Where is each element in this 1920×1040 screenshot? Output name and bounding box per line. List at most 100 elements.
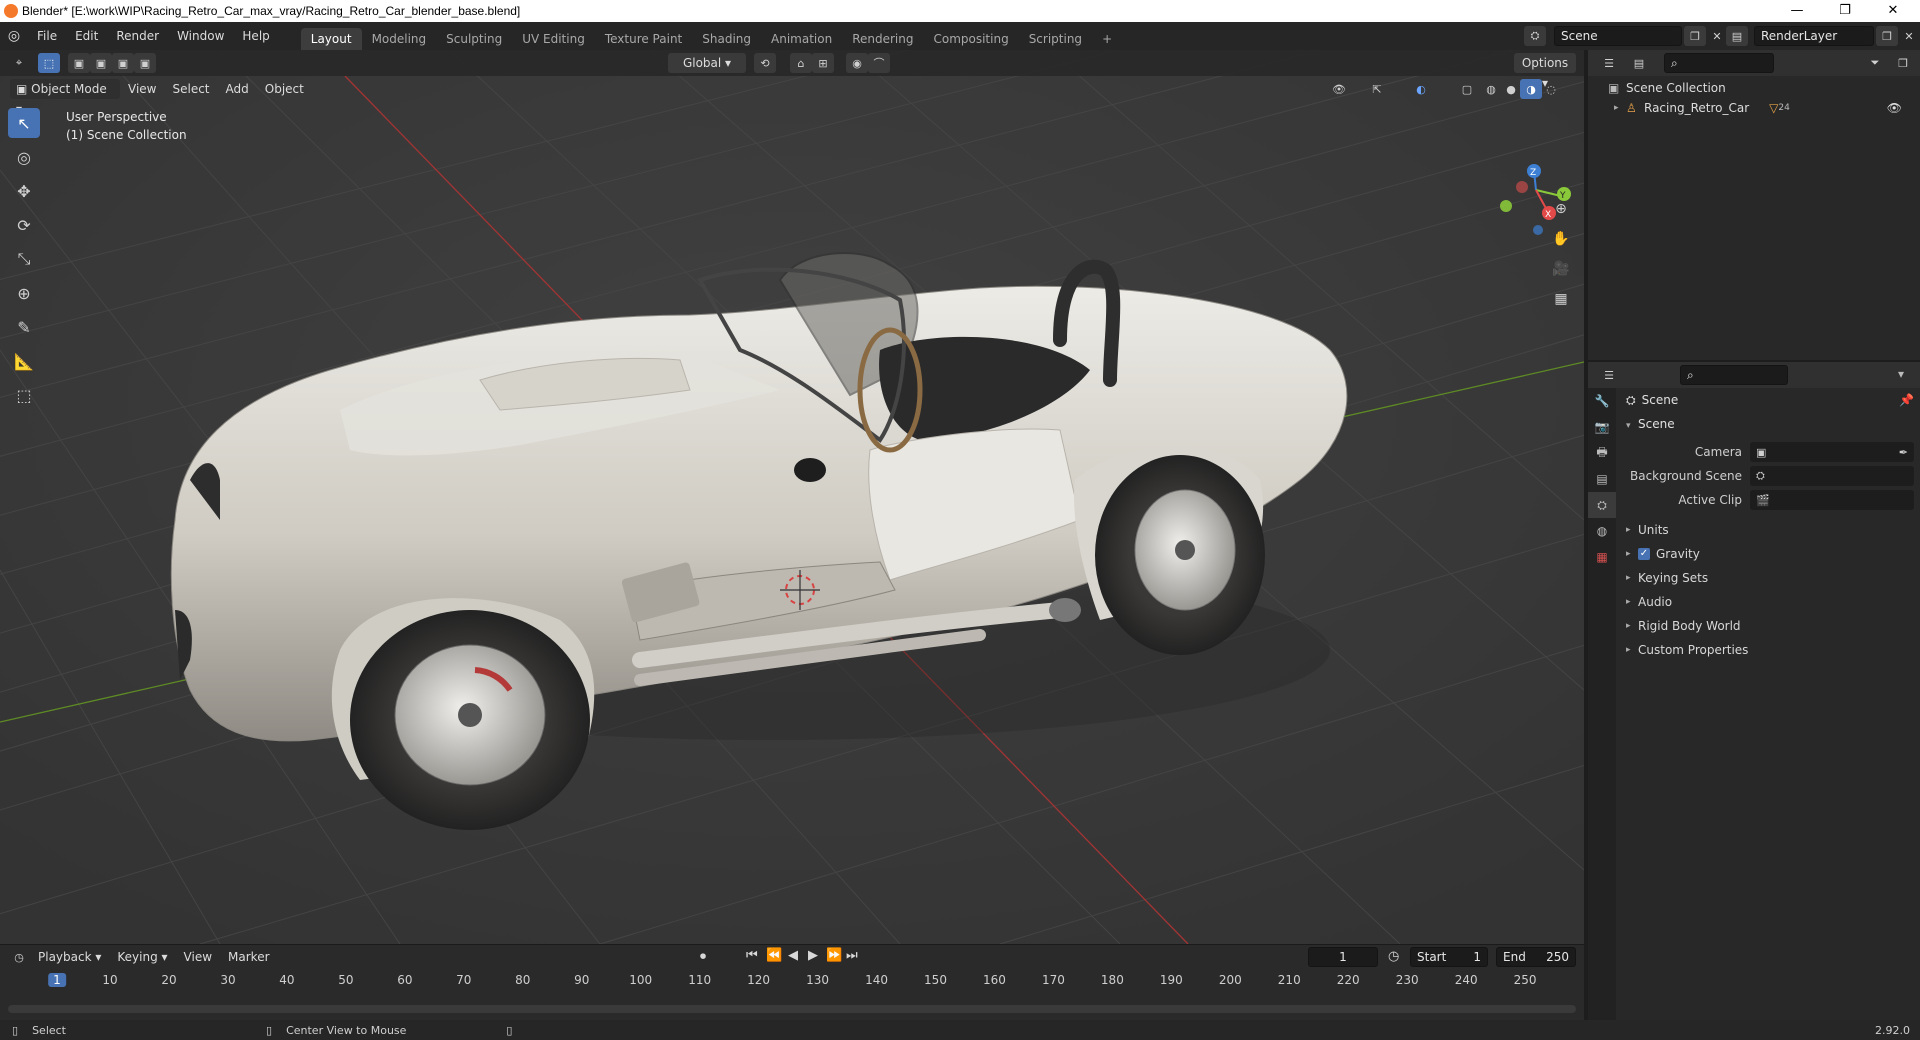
filter-icon[interactable]: ⏷ <box>1864 53 1886 73</box>
proportional-edit-icon[interactable]: ◉ <box>846 53 868 73</box>
scene-tab-icon[interactable]: ⛭ <box>1588 492 1616 518</box>
scene-browse-icon[interactable]: ⛭ <box>1524 26 1546 46</box>
properties-editor-type-icon[interactable]: ☰ <box>1598 365 1620 385</box>
active-clip-field[interactable]: 🎬 <box>1750 490 1914 510</box>
pan-hand-icon[interactable]: ✋ <box>1548 226 1574 252</box>
outliner-editor[interactable]: ☰ ▤ ⌕ ⏷ ❐ ▣ Scene Collection ▸ ♙ Racing_… <box>1588 50 1920 360</box>
tab-modeling[interactable]: Modeling <box>362 28 437 50</box>
tab-layout[interactable]: Layout <box>300 28 362 50</box>
menu-object[interactable]: Object <box>257 82 312 96</box>
gravity-checkbox[interactable]: ✓ <box>1638 548 1650 560</box>
camera-view-icon[interactable]: 🎥 <box>1548 256 1574 282</box>
texture-tab-icon[interactable]: ▦ <box>1588 544 1616 570</box>
close-button[interactable]: ✕ <box>1870 0 1916 22</box>
new-collection-icon[interactable]: ❐ <box>1892 53 1914 73</box>
restore-button[interactable]: ❐ <box>1822 0 1868 22</box>
eye-visibility-icon[interactable]: 👁 <box>1887 98 1902 118</box>
visibility-icon[interactable]: 👁 <box>1328 79 1350 99</box>
add-workspace-button[interactable]: + <box>1092 28 1122 50</box>
gizmo-toggle-icon[interactable]: ⇱ <box>1366 79 1388 99</box>
play-reverse-button[interactable]: ◀ <box>788 948 798 963</box>
rendered-shading-icon[interactable]: ◌ <box>1540 79 1562 99</box>
view-layer-tab-icon[interactable]: ▤ <box>1588 466 1616 492</box>
tree-row-scene-collection[interactable]: ▣ Scene Collection <box>1608 78 1908 98</box>
options-dropdown[interactable]: Options ▾ <box>1514 53 1576 90</box>
jump-keyframe-back-button[interactable]: ⏪ <box>766 948 782 963</box>
menu-render[interactable]: Render <box>107 22 168 50</box>
tab-rendering[interactable]: Rendering <box>842 28 923 50</box>
select-intersect-icon[interactable]: ▣ <box>134 53 156 73</box>
start-frame-field[interactable]: Start 1 <box>1410 947 1488 967</box>
menu-view[interactable]: View <box>120 82 164 96</box>
tool-tab-icon[interactable]: 🔧 <box>1588 388 1616 414</box>
subpanel-units[interactable]: ▸ Units <box>1618 518 1920 542</box>
menu-add[interactable]: Add <box>218 82 257 96</box>
view-layer-field[interactable]: RenderLayer <box>1754 26 1874 46</box>
current-frame-indicator[interactable]: 1 <box>48 973 66 987</box>
preview-range-icon[interactable]: ◷ <box>1388 949 1399 964</box>
xray-icon[interactable]: ▢ <box>1456 79 1478 99</box>
select-extend-icon[interactable]: ▣ <box>90 53 112 73</box>
new-scene-icon[interactable]: ❐ <box>1684 26 1706 46</box>
mode-dropdown[interactable]: ▣ Object Mode ▾ <box>10 79 120 116</box>
tab-scripting[interactable]: Scripting <box>1019 28 1092 50</box>
jump-keyframe-forward-button[interactable]: ⏩ <box>826 948 842 963</box>
scale-tool-icon[interactable]: ⤡ <box>8 244 40 274</box>
expand-arrow-icon[interactable]: ▸ <box>1614 98 1626 118</box>
transform-orientation-dropdown[interactable]: Global ▾ <box>668 53 746 73</box>
move-tool-icon[interactable]: ✥ <box>8 176 40 206</box>
subpanel-keying-sets[interactable]: ▸ Keying Sets <box>1618 566 1920 590</box>
subpanel-custom-properties[interactable]: ▸ Custom Properties <box>1618 638 1920 662</box>
jump-start-button[interactable]: ⏮ <box>746 948 758 963</box>
properties-search-input[interactable]: ⌕ <box>1680 365 1788 385</box>
3d-viewport[interactable]: Z Y X ⌖ ⬚ ▣ ▣ ▣ ▣ Global ▾ ⟲ ⌂ ⊞ ◉ ⌒ Opt… <box>0 50 1584 944</box>
tab-compositing[interactable]: Compositing <box>923 28 1018 50</box>
current-frame-field[interactable]: 1 <box>1308 947 1378 967</box>
menu-playback[interactable]: Playback ▾ <box>30 950 109 964</box>
transform-tool-icon[interactable]: ⊕ <box>8 278 40 308</box>
select-box-icon[interactable]: ⬚ <box>38 53 60 73</box>
end-frame-field[interactable]: End 250 <box>1496 947 1576 967</box>
background-scene-field[interactable]: ⛭ <box>1750 466 1914 486</box>
menu-timeline-view[interactable]: View <box>176 950 220 964</box>
menu-file[interactable]: File <box>28 22 66 50</box>
jump-end-button[interactable]: ⏭ <box>846 948 858 963</box>
menu-edit[interactable]: Edit <box>66 22 107 50</box>
world-tab-icon[interactable]: ◍ <box>1588 518 1616 544</box>
minimize-button[interactable]: — <box>1774 0 1820 22</box>
outliner-editor-type-icon[interactable]: ☰ <box>1598 53 1620 73</box>
new-view-layer-icon[interactable]: ❐ <box>1876 26 1898 46</box>
menu-help[interactable]: Help <box>233 22 278 50</box>
measure-tool-icon[interactable]: 📐 <box>8 346 40 376</box>
pin-icon[interactable]: 📌 <box>1899 388 1914 412</box>
add-cube-tool-icon[interactable]: ⬚ <box>8 380 40 410</box>
subpanel-gravity[interactable]: ▸ ✓ Gravity <box>1618 542 1920 566</box>
timeline-scrollbar[interactable] <box>8 1005 1576 1013</box>
display-mode-icon[interactable]: ▤ <box>1628 53 1650 73</box>
menu-marker[interactable]: Marker <box>220 950 277 964</box>
tab-shading[interactable]: Shading <box>692 28 761 50</box>
eyedropper-icon[interactable]: ✒ <box>1899 446 1908 459</box>
play-button[interactable]: ▶ <box>808 948 818 963</box>
view-layer-browse-icon[interactable]: ▤ <box>1726 26 1748 46</box>
zoom-icon[interactable]: ⊕ <box>1548 196 1574 222</box>
select-subtract-icon[interactable]: ▣ <box>112 53 134 73</box>
timeline-ruler[interactable]: 1 10 20 30 40 50 60 70 80 90 100 110 120 130 140 150 160… <box>0 971 1584 991</box>
outliner-search-input[interactable]: ⌕ <box>1664 53 1774 73</box>
select-new-icon[interactable]: ▣ <box>68 53 90 73</box>
timeline-editor[interactable]: ◷ Playback ▾ Keying ▾ View Marker ⏺ ⏮ ⏪ … <box>0 944 1584 1020</box>
snap-icon[interactable]: ⌂ <box>790 53 812 73</box>
properties-editor[interactable]: ☰ ⌕ ▾ 🔧 📷 🖶 ▤ ⛭ ◍ ▦ ⛭ Scene 📌 ▾ Scene Cam… <box>1588 362 1920 1020</box>
panel-scene-header[interactable]: ▾ Scene <box>1618 412 1920 436</box>
tree-row-racing-retro-car[interactable]: ▸ ♙ Racing_Retro_Car ▽ 24 👁 <box>1608 98 1908 118</box>
overlays-icon[interactable]: ◐ <box>1410 79 1432 99</box>
pivot-point-icon[interactable]: ⟲ <box>754 53 776 73</box>
record-button[interactable]: ⏺ <box>700 949 706 964</box>
solid-shading-icon[interactable]: ● <box>1500 79 1522 99</box>
grid-perspective-icon[interactable]: ▦ <box>1548 286 1574 312</box>
menu-window[interactable]: Window <box>168 22 233 50</box>
timeline-editor-type-icon[interactable]: ◷ <box>8 947 30 967</box>
falloff-icon[interactable]: ⌒ <box>868 53 890 73</box>
tab-texture-paint[interactable]: Texture Paint <box>595 28 692 50</box>
snap-target-icon[interactable]: ⊞ <box>812 53 834 73</box>
